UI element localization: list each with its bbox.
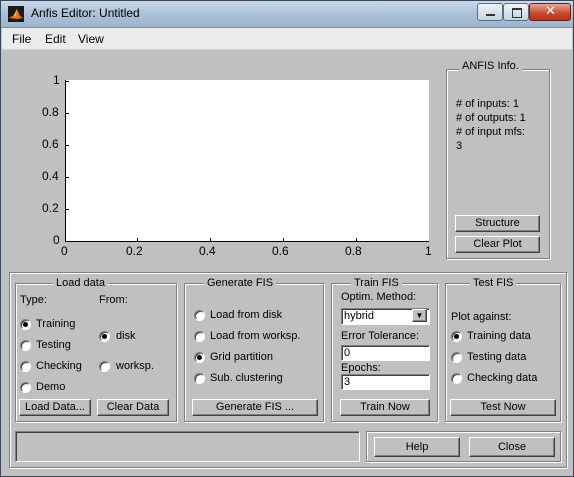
error-tolerance-label: Error Tolerance: xyxy=(341,330,420,342)
gen-sub-clustering-label[interactable]: Sub. clustering xyxy=(210,372,283,384)
y-tick-label: 0.2 xyxy=(42,201,59,215)
epochs-label: Epochs: xyxy=(341,362,381,374)
type-testing-radio[interactable] xyxy=(20,340,31,351)
y-tick-mark xyxy=(65,209,69,210)
info-inputs: # of inputs: 1 xyxy=(456,98,519,110)
y-tick-mark xyxy=(65,177,69,178)
generate-fis-title: Generate FIS xyxy=(204,277,277,289)
gen-load-workspace-radio[interactable] xyxy=(194,331,205,342)
maximize-icon xyxy=(512,8,522,18)
load-data-title: Load data xyxy=(53,277,108,289)
x-tick-mark xyxy=(210,238,211,242)
x-tick-mark xyxy=(137,238,138,242)
close-icon: ✕ xyxy=(545,4,556,19)
gen-load-workspace-label[interactable]: Load from worksp. xyxy=(210,330,300,342)
plot-against-label: Plot against: xyxy=(451,311,512,323)
generate-fis-button[interactable]: Generate FIS ... xyxy=(192,399,318,416)
chevron-down-icon[interactable]: ▼ xyxy=(412,309,427,322)
test-testing-data-label[interactable]: Testing data xyxy=(467,351,526,363)
type-demo-label[interactable]: Demo xyxy=(36,381,65,393)
info-outputs: # of outputs: 1 xyxy=(456,112,526,124)
test-checking-data-radio[interactable] xyxy=(451,373,462,384)
close-window-button[interactable]: ✕ xyxy=(529,3,571,21)
type-training-radio[interactable] xyxy=(20,319,31,330)
test-checking-data-label[interactable]: Checking data xyxy=(467,372,537,384)
maximize-button[interactable] xyxy=(503,3,529,21)
minimize-icon xyxy=(486,14,495,16)
from-workspace-label[interactable]: worksp. xyxy=(116,360,154,372)
gen-load-disk-label[interactable]: Load from disk xyxy=(210,309,282,321)
x-tick-label: 0.2 xyxy=(126,244,143,258)
x-tick-mark xyxy=(65,238,66,242)
info-input-mfs-label: # of input mfs: xyxy=(456,126,526,138)
test-now-button[interactable]: Test Now xyxy=(450,399,556,416)
menu-bar: File Edit View xyxy=(2,28,572,50)
load-data-button[interactable]: Load Data... xyxy=(19,399,91,416)
optim-method-label: Optim. Method: xyxy=(341,291,417,303)
from-workspace-radio[interactable] xyxy=(99,361,110,372)
y-tick-mark xyxy=(65,145,69,146)
from-label: From: xyxy=(99,294,128,306)
x-tick-label: 0.6 xyxy=(272,244,289,258)
help-button[interactable]: Help xyxy=(374,437,460,457)
menu-edit[interactable]: Edit xyxy=(45,32,66,46)
menu-file[interactable]: File xyxy=(12,32,31,46)
y-tick-label: 0.8 xyxy=(42,105,59,119)
x-tick-mark xyxy=(283,238,284,242)
info-input-mfs-value: 3 xyxy=(456,140,463,152)
y-tick-label: 0.6 xyxy=(42,137,59,151)
clear-plot-button[interactable]: Clear Plot xyxy=(455,236,540,253)
type-checking-label[interactable]: Checking xyxy=(36,360,82,372)
type-testing-label[interactable]: Testing xyxy=(36,339,71,351)
menu-view[interactable]: View xyxy=(78,32,104,46)
error-tolerance-input[interactable]: 0 xyxy=(341,345,430,361)
epochs-input[interactable]: 3 xyxy=(341,374,430,390)
type-training-label[interactable]: Training xyxy=(36,318,75,330)
structure-button[interactable]: Structure xyxy=(455,215,540,232)
y-tick-mark xyxy=(65,81,69,82)
type-demo-radio[interactable] xyxy=(20,382,31,393)
window-title: Anfis Editor: Untitled xyxy=(31,6,140,20)
clear-data-button[interactable]: Clear Data xyxy=(97,399,169,416)
gen-grid-partition-label[interactable]: Grid partition xyxy=(210,351,273,363)
type-checking-radio[interactable] xyxy=(20,361,31,372)
test-training-data-radio[interactable] xyxy=(451,331,462,342)
gen-load-disk-radio[interactable] xyxy=(194,310,205,321)
plot-area xyxy=(65,80,429,242)
anfis-info-title: ANFIS Info. xyxy=(459,60,522,72)
train-now-button[interactable]: Train Now xyxy=(340,399,430,416)
status-bar xyxy=(15,431,360,462)
x-tick-label: 0 xyxy=(61,244,68,258)
optim-method-select[interactable]: hybrid ▼ xyxy=(341,308,430,325)
x-tick-mark xyxy=(356,238,357,242)
from-disk-radio[interactable] xyxy=(99,331,110,342)
close-button[interactable]: Close xyxy=(469,437,555,457)
x-tick-label: 1 xyxy=(425,244,432,258)
anfis-editor-window: Anfis Editor: Untitled ✕ File Edit View … xyxy=(0,0,574,477)
minimize-button[interactable] xyxy=(477,3,503,21)
type-label: Type: xyxy=(20,294,47,306)
test-fis-title: Test FIS xyxy=(470,277,517,289)
test-training-data-label[interactable]: Training data xyxy=(467,330,531,342)
train-fis-title: Train FIS xyxy=(351,277,402,289)
from-disk-label[interactable]: disk xyxy=(116,330,136,342)
y-tick-label: 0 xyxy=(53,233,60,247)
matlab-logo-icon xyxy=(8,6,24,22)
optim-method-value: hybrid xyxy=(344,310,374,322)
title-bar: Anfis Editor: Untitled ✕ xyxy=(1,1,573,28)
y-tick-label: 1 xyxy=(53,73,60,87)
test-testing-data-radio[interactable] xyxy=(451,352,462,363)
gen-grid-partition-radio[interactable] xyxy=(194,352,205,363)
y-tick-label: 0.4 xyxy=(42,169,59,183)
x-tick-label: 0.8 xyxy=(345,244,362,258)
x-tick-label: 0.4 xyxy=(199,244,216,258)
y-tick-mark xyxy=(65,113,69,114)
gen-sub-clustering-radio[interactable] xyxy=(194,373,205,384)
